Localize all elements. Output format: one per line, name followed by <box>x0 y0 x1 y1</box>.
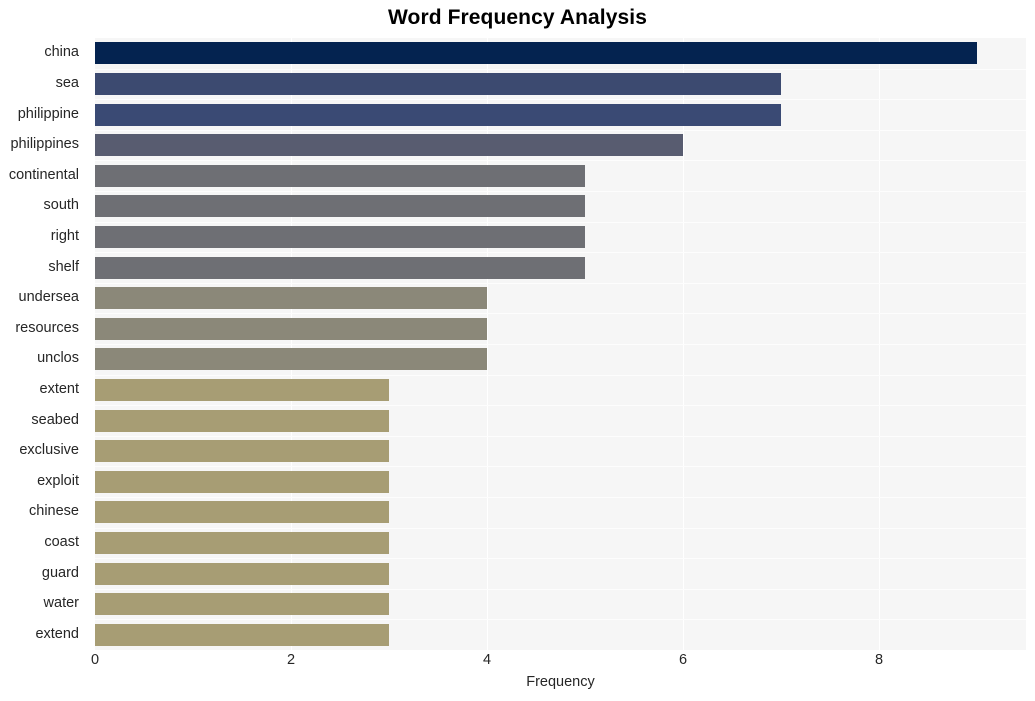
bar-extent[interactable] <box>95 378 389 401</box>
bar-right[interactable] <box>95 225 585 248</box>
y-tick-label-extent: extent <box>39 380 80 397</box>
x-tick-label-4: 4 <box>482 652 492 668</box>
y-axis-tick-labels: china sea philippine philippines continental… <box>0 38 87 650</box>
y-tick-label-chinese: chinese <box>29 503 79 520</box>
y-tick-label-guard: guard <box>41 564 79 581</box>
gridline-y-14 <box>95 466 1026 467</box>
y-tick-label-water: water <box>43 595 79 612</box>
gridline-y-8 <box>95 283 1026 284</box>
gridline-y-16 <box>95 528 1026 529</box>
chart-title: Word Frequency Analysis <box>387 6 648 29</box>
bar-philippine[interactable] <box>95 103 781 126</box>
plot-area <box>95 38 1026 650</box>
gridline-y-13 <box>95 436 1026 437</box>
y-tick-label-philippines: philippines <box>10 136 79 153</box>
gridline-y-10 <box>95 344 1026 345</box>
bar-continental[interactable] <box>95 164 585 187</box>
gridline-y-5 <box>95 191 1026 192</box>
gridline-y-4 <box>95 160 1026 161</box>
y-tick-label-continental: continental <box>8 166 79 183</box>
bar-water[interactable] <box>95 593 389 616</box>
bar-south[interactable] <box>95 195 585 218</box>
gridline-y-12 <box>95 405 1026 406</box>
y-tick-label-south: south <box>43 197 79 214</box>
y-tick-label-sea: sea <box>55 74 79 91</box>
bar-coast[interactable] <box>95 531 389 554</box>
y-tick-label-shelf: shelf <box>48 258 79 275</box>
gridline-y-11 <box>95 375 1026 376</box>
gridline-y-6 <box>95 222 1026 223</box>
bar-philippines[interactable] <box>95 134 683 157</box>
bar-resources[interactable] <box>95 317 487 340</box>
gridline-y-18 <box>95 589 1026 590</box>
bar-extend[interactable] <box>95 623 389 646</box>
x-axis-tick-labels: 0 2 4 6 8 <box>91 652 1026 676</box>
y-tick-label-extend: extend <box>35 625 79 642</box>
y-tick-label-philippine: philippine <box>17 105 79 122</box>
y-tick-label-unclos: unclos <box>37 350 79 367</box>
x-tick-label-0: 0 <box>90 652 100 668</box>
gridline-y-17 <box>95 558 1026 559</box>
y-tick-label-undersea: undersea <box>18 289 79 306</box>
bar-exclusive[interactable] <box>95 440 389 463</box>
y-tick-label-seabed: seabed <box>31 411 79 428</box>
bar-shelf[interactable] <box>95 256 585 279</box>
y-tick-label-resources: resources <box>15 319 79 336</box>
gridline-y-2 <box>95 99 1026 100</box>
gridline-y-9 <box>95 313 1026 314</box>
bar-undersea[interactable] <box>95 287 487 310</box>
x-tick-label-8: 8 <box>874 652 884 668</box>
y-tick-label-exclusive: exclusive <box>19 442 79 459</box>
word-frequency-chart: Word Frequency Analysis china sea philippi… <box>0 0 1035 701</box>
gridline-y-7 <box>95 252 1026 253</box>
x-tick-label-6: 6 <box>678 652 688 668</box>
bar-unclos[interactable] <box>95 348 487 371</box>
x-tick-label-2: 2 <box>286 652 296 668</box>
y-tick-label-coast: coast <box>44 533 79 550</box>
bar-guard[interactable] <box>95 562 389 585</box>
bar-sea[interactable] <box>95 72 781 95</box>
y-tick-label-right: right <box>50 227 79 244</box>
bar-exploit[interactable] <box>95 470 389 493</box>
gridline-y-15 <box>95 497 1026 498</box>
gridline-y-1 <box>95 69 1026 70</box>
x-axis-label: Frequency <box>526 674 595 690</box>
bar-chinese[interactable] <box>95 501 389 524</box>
y-tick-label-exploit: exploit <box>37 472 79 489</box>
y-tick-label-china: china <box>44 44 79 61</box>
bar-china[interactable] <box>95 42 977 65</box>
bar-seabed[interactable] <box>95 409 389 432</box>
gridline-y-3 <box>95 130 1026 131</box>
gridline-y-19 <box>95 619 1026 620</box>
